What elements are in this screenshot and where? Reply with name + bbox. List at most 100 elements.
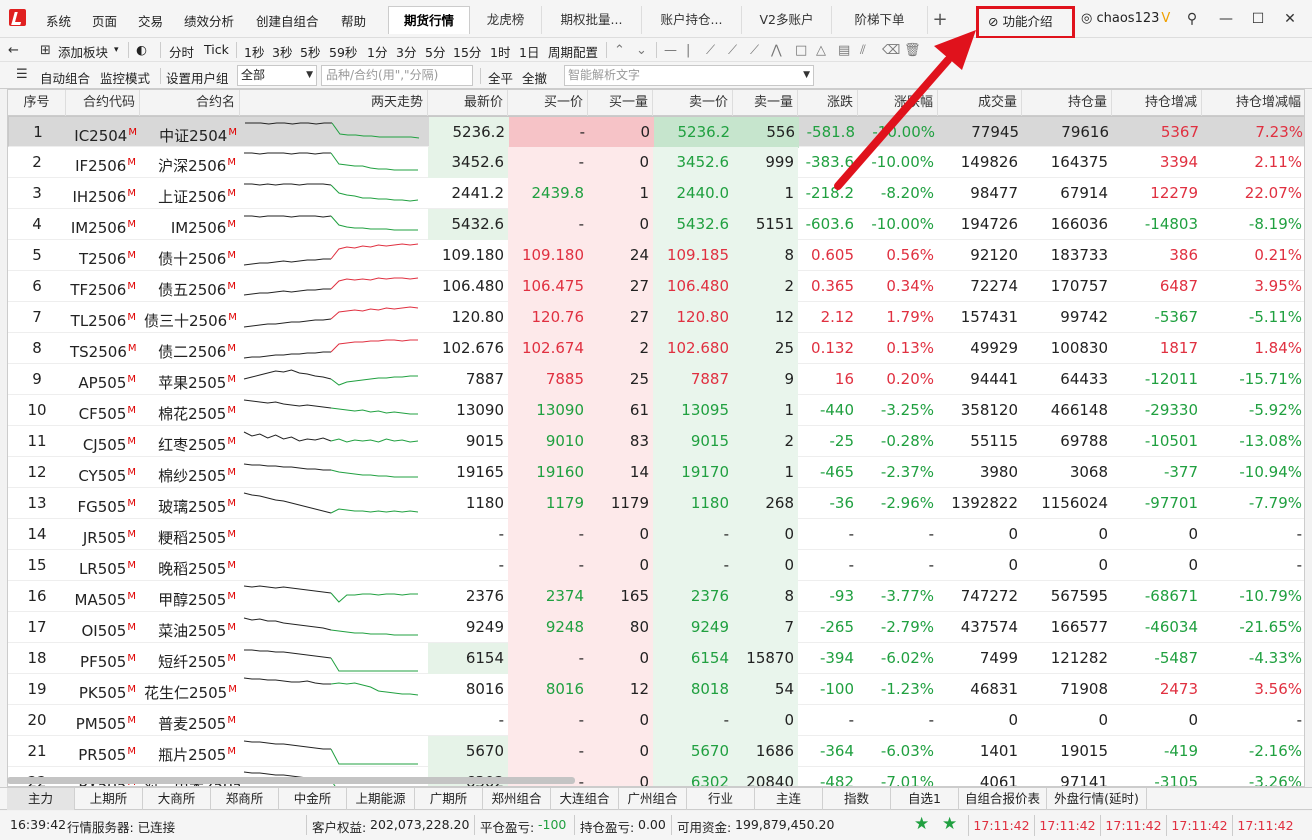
exchange-tab[interactable]: 郑州组合 — [483, 788, 551, 810]
exchange-tab[interactable]: 指数 — [823, 788, 891, 810]
exchange-tab[interactable]: 大商所 — [143, 788, 211, 810]
chevron-down-icon[interactable]: ▾ — [114, 45, 119, 55]
menu-help[interactable]: 帮助 — [341, 11, 366, 30]
polyline-tool-icon[interactable]: ⋀ — [771, 43, 782, 58]
menu-page[interactable]: 页面 — [92, 11, 117, 30]
table-row[interactable]: 19 PK505M 花生仁2505M 8016 8016 12 8018 54 -100 -1.2… — [8, 674, 1304, 705]
close-all-button[interactable]: 全平 — [488, 68, 513, 87]
tab-account-positions[interactable]: 账户持仓... — [642, 6, 742, 34]
add-tab-button[interactable]: + — [928, 6, 952, 34]
auto-combo-button[interactable]: 自动组合 — [40, 68, 90, 87]
cancel-all-button[interactable]: 全撤 — [522, 68, 547, 87]
back-arrow-icon[interactable]: ← — [8, 43, 19, 58]
table-row[interactable]: 6 TF2506M 债五2506M 106.480 106.475 27 106.480 2 0… — [8, 271, 1304, 302]
channel-tool-icon[interactable]: ⫽ — [860, 43, 866, 58]
exchange-tab[interactable]: 自选1 — [891, 788, 959, 810]
horizontal-scrollbar[interactable] — [7, 777, 575, 784]
vline-tool-icon[interactable]: | — [686, 43, 690, 58]
column-header[interactable]: 合约代码 — [66, 90, 140, 116]
exchange-tab[interactable]: 行业 — [687, 788, 755, 810]
ray-tool-icon[interactable]: ⟋ — [728, 43, 737, 58]
period-tick[interactable]: Tick — [204, 42, 229, 57]
menu-create-combo[interactable]: 创建自组合 — [256, 11, 319, 30]
smart-parse-input[interactable]: 智能解析文字 ▼ — [564, 65, 814, 86]
table-row[interactable]: 20 PM505M 普麦2505M - -0-0- -0 0 0- — [8, 705, 1304, 736]
exchange-tab[interactable]: 郑商所 — [211, 788, 279, 810]
rectangle-tool-icon[interactable]: □ — [795, 43, 807, 58]
column-header[interactable]: 持仓增减 — [1112, 90, 1202, 116]
tab-ladder-order[interactable]: 阶梯下单 — [832, 6, 928, 34]
period-config-button[interactable]: 周期配置 — [548, 42, 598, 61]
period-15m[interactable]: 15分 — [453, 42, 481, 61]
exchange-tab[interactable]: 主连 — [755, 788, 823, 810]
tab-options-batch[interactable]: 期权批量... — [542, 6, 642, 34]
column-header[interactable]: 买一价 — [508, 90, 588, 116]
exchange-tab[interactable]: 上期能源 — [347, 788, 415, 810]
period-3m[interactable]: 3分 — [396, 42, 416, 61]
column-header[interactable]: 持仓量 — [1022, 90, 1112, 116]
segment-tool-icon[interactable]: ⟋ — [750, 43, 759, 58]
contract-search-input[interactable]: 品种/合约(用","分隔) — [321, 65, 473, 86]
period-1m[interactable]: 1分 — [367, 42, 387, 61]
column-header[interactable]: 卖一量 — [733, 90, 798, 116]
period-1s[interactable]: 1秒 — [244, 42, 264, 61]
table-row[interactable]: 15 LR505M 晚稻2505M - -0-0- -0 0 0- — [8, 550, 1304, 581]
column-header[interactable]: 序号 — [8, 90, 66, 116]
tab-v2-multi-account[interactable]: V2多账户 — [742, 6, 832, 34]
table-row[interactable]: 18 PF505M 短纤2505M 6154-0 6154 15870 -394 -6.02%… — [8, 643, 1304, 674]
add-block-button[interactable]: 添加板块 — [58, 42, 108, 61]
exchange-tab[interactable]: 外盘行情(延时) — [1047, 788, 1147, 810]
period-5s[interactable]: 5秒 — [300, 42, 320, 61]
exchange-tab[interactable]: 自组合报价表 — [959, 788, 1047, 810]
close-button[interactable]: ✕ — [1278, 8, 1302, 30]
column-header[interactable]: 成交量 — [938, 90, 1022, 116]
fib-tool-icon[interactable]: ▤ — [838, 43, 850, 58]
group-select[interactable]: 全部 ▼ — [237, 65, 317, 86]
exchange-tab[interactable]: 主力 — [7, 788, 75, 810]
table-row[interactable]: 1 IC2504M 中证2504M 5236.2-0 5236.2 556 -581.8 -1… — [8, 116, 1304, 148]
maximize-button[interactable]: ☐ — [1246, 8, 1270, 30]
menu-trade[interactable]: 交易 — [138, 11, 163, 30]
period-1h[interactable]: 1时 — [490, 42, 510, 61]
trash-icon[interactable]: 🗑 — [904, 43, 921, 58]
period-3s[interactable]: 3秒 — [272, 42, 292, 61]
column-header[interactable]: 两天走势 — [240, 90, 428, 116]
user-account[interactable]: ◎ chaos123 V — [1081, 11, 1170, 26]
table-row[interactable]: 9 AP505M 苹果2505M 7887 7885 25 7887 9 16 0.20% 9444… — [8, 364, 1304, 395]
column-header[interactable]: 卖一价 — [653, 90, 733, 116]
menu-performance[interactable]: 绩效分析 — [184, 11, 234, 30]
table-row[interactable]: 17 OI505M 菜油2505M 9249 9248 80 9249 7 -265 -2.79%… — [8, 612, 1304, 643]
star-icon[interactable]: ★ — [942, 814, 957, 834]
table-row[interactable]: 2 IF2506M 沪深2506M 3452.6-0 3452.6 999 -383.6 -1… — [8, 147, 1304, 178]
trendline-tool-icon[interactable]: ⟋ — [706, 43, 715, 58]
period-1d[interactable]: 1日 — [519, 42, 539, 61]
table-row[interactable]: 13 FG505M 玻璃2505M 1180 1179 1179 1180 268 -36 -2.… — [8, 488, 1304, 519]
column-header[interactable]: 合约名 — [140, 90, 240, 116]
table-row[interactable]: 8 TS2506M 债二2506M 102.676 102.674 2 102.680 25 0… — [8, 333, 1304, 364]
exchange-tab[interactable]: 广期所 — [415, 788, 483, 810]
exchange-tab[interactable]: 广州组合 — [619, 788, 687, 810]
table-row[interactable]: 5 T2506M 债十2506M 109.180 109.180 24 109.185 8 0.… — [8, 240, 1304, 271]
exchange-tab[interactable]: 上期所 — [75, 788, 143, 810]
contrast-icon[interactable]: ◐ — [136, 42, 147, 57]
table-row[interactable]: 11 CJ505M 红枣2505M 9015 9010 83 9015 2 -25 -0.28% 5… — [8, 426, 1304, 457]
feature-intro-button[interactable]: ⊘ 功能介绍 — [976, 6, 1075, 39]
menu-system[interactable]: 系统 — [46, 11, 71, 30]
triangle-tool-icon[interactable]: △ — [816, 43, 826, 58]
set-user-group-button[interactable]: 设置用户组 — [166, 68, 229, 87]
exchange-tab[interactable]: 中金所 — [279, 788, 347, 810]
monitor-mode-button[interactable]: 监控模式 — [100, 68, 150, 87]
table-row[interactable]: 12 CY505M 棉纱2505M 19165 19160 14 19170 1 -465 -2.… — [8, 457, 1304, 488]
column-header[interactable]: 买一量 — [588, 90, 653, 116]
tab-dragon-tiger[interactable]: 龙虎榜 — [470, 6, 542, 34]
table-row[interactable]: 16 MA505M 甲醇2505M 2376 2374 165 2376 8 -93 -3.77%… — [8, 581, 1304, 612]
expand-down-icon[interactable]: ⌄ — [636, 43, 647, 58]
eraser-icon[interactable]: ⌫ — [882, 43, 900, 58]
table-row[interactable]: 7 TL2506M 债三十2506M 120.80 120.76 27 120.80 12 2.… — [8, 302, 1304, 333]
period-59s[interactable]: 59秒 — [329, 42, 357, 61]
tab-futures-quotes[interactable]: 期货行情 — [388, 6, 470, 34]
minimize-button[interactable]: — — [1214, 8, 1238, 30]
column-header[interactable]: 持仓增减幅 — [1202, 90, 1304, 116]
collapse-up-icon[interactable]: ⌃ — [614, 43, 625, 58]
period-5m[interactable]: 5分 — [425, 42, 445, 61]
